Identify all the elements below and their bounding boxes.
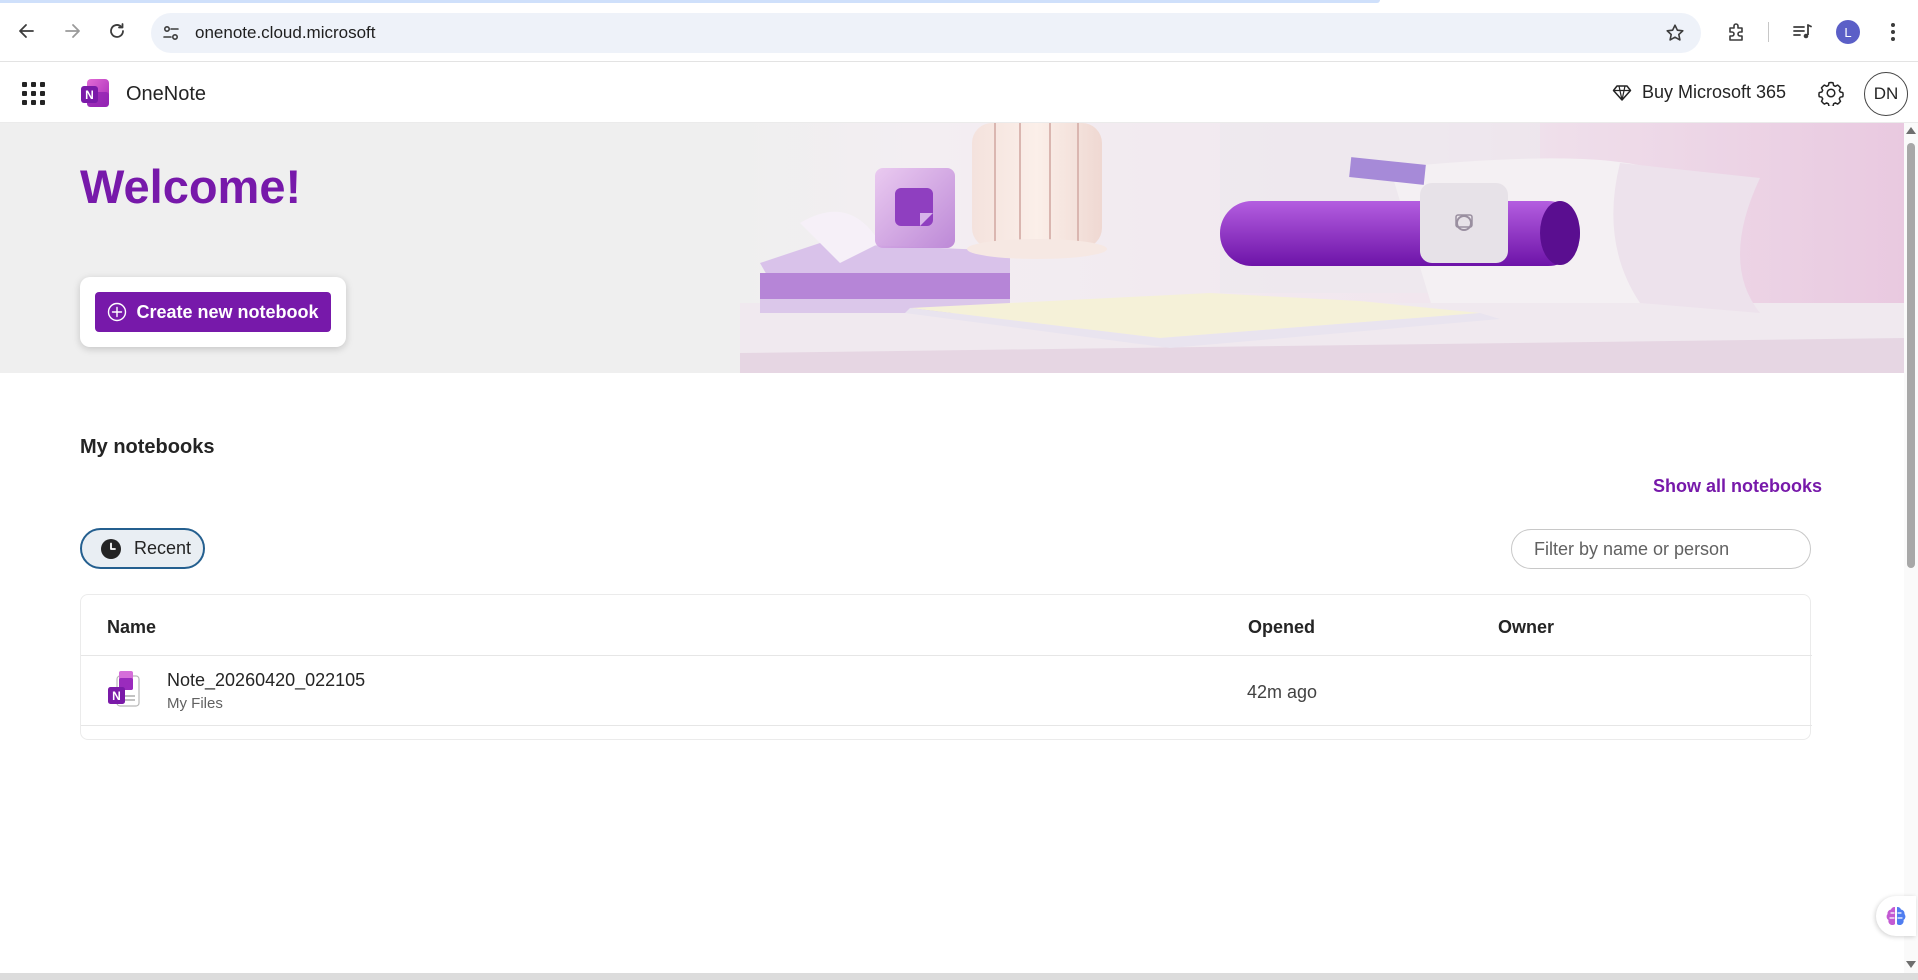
my-notebooks-heading: My notebooks (80, 436, 215, 458)
create-notebook-label: Create new notebook (136, 301, 319, 322)
buy-label: Buy Microsoft 365 (1642, 82, 1787, 102)
app-name[interactable]: OneNote (126, 83, 206, 106)
column-header-owner[interactable]: Owner (1498, 617, 1554, 638)
create-new-notebook-button[interactable]: Create new notebook (95, 292, 331, 332)
app-header: N OneNote Buy Microsoft 365 DN (0, 63, 1918, 123)
url-text[interactable]: onenote.cloud.microsoft (195, 23, 376, 43)
app-launcher-icon[interactable] (22, 82, 46, 106)
onenote-logo-icon: N (81, 79, 109, 107)
scrollbar-thumb[interactable] (1907, 143, 1915, 568)
clock-icon (101, 538, 121, 559)
reload-button[interactable] (102, 16, 132, 46)
recent-filter-label: Recent (134, 538, 192, 558)
show-all-notebooks-link[interactable]: Show all notebooks (1653, 476, 1822, 497)
recent-filter-tab[interactable]: Recent (80, 528, 205, 569)
reload-icon (110, 23, 124, 38)
create-notebook-card: Create new notebook (80, 277, 346, 347)
media-icon[interactable] (1789, 19, 1815, 45)
filter-input[interactable] (1511, 529, 1811, 569)
forward-arrow-icon (65, 24, 80, 38)
back-arrow-icon (19, 24, 34, 38)
notebooks-table: Name Opened Owner N Note_20260420_022105… (80, 594, 1812, 740)
site-info-icon[interactable] (159, 21, 183, 45)
diamond-icon (1612, 84, 1632, 101)
svg-text:N: N (85, 88, 94, 102)
welcome-banner: Welcome! Create new notebook (0, 123, 1904, 373)
user-avatar[interactable]: DN (1864, 72, 1908, 116)
browser-profile-avatar[interactable]: L (1836, 20, 1860, 44)
notebook-icon: N (108, 671, 140, 707)
notebook-name[interactable]: Note_20260420_022105 (167, 670, 365, 691)
svg-text:N: N (112, 689, 121, 703)
notebook-location: My Files (167, 695, 223, 712)
address-bar[interactable]: onenote.cloud.microsoft (151, 13, 1701, 53)
brain-icon (1886, 906, 1906, 926)
copilot-button[interactable] (1876, 896, 1916, 936)
page-scrollbar[interactable] (1904, 123, 1918, 973)
browser-toolbar: onenote.cloud.microsoft L (0, 0, 1918, 62)
table-row[interactable]: N Note_20260420_022105 My Files 42m ago (81, 656, 1812, 726)
extensions-icon[interactable] (1724, 19, 1750, 45)
buy-microsoft-365-link[interactable]: Buy Microsoft 365 (1612, 82, 1786, 103)
column-header-opened[interactable]: Opened (1248, 617, 1315, 638)
column-header-name[interactable]: Name (107, 617, 156, 638)
notebook-opened: 42m ago (1247, 682, 1318, 702)
welcome-title: Welcome! (80, 160, 302, 213)
scroll-down-arrow-icon[interactable] (1906, 961, 1916, 968)
back-button[interactable] (12, 16, 42, 46)
tab-strip (0, 0, 1380, 3)
settings-gear-icon[interactable] (1818, 80, 1844, 106)
bookmark-star-icon[interactable] (1663, 21, 1687, 45)
scroll-up-arrow-icon[interactable] (1906, 127, 1916, 134)
add-circle-icon (108, 302, 127, 322)
toolbar-separator (1768, 22, 1769, 42)
kebab-menu-icon[interactable] (1880, 19, 1906, 45)
bottom-scrollbar-strip (0, 973, 1918, 980)
forward-button[interactable] (57, 16, 87, 46)
hero-illustration (740, 123, 1904, 373)
